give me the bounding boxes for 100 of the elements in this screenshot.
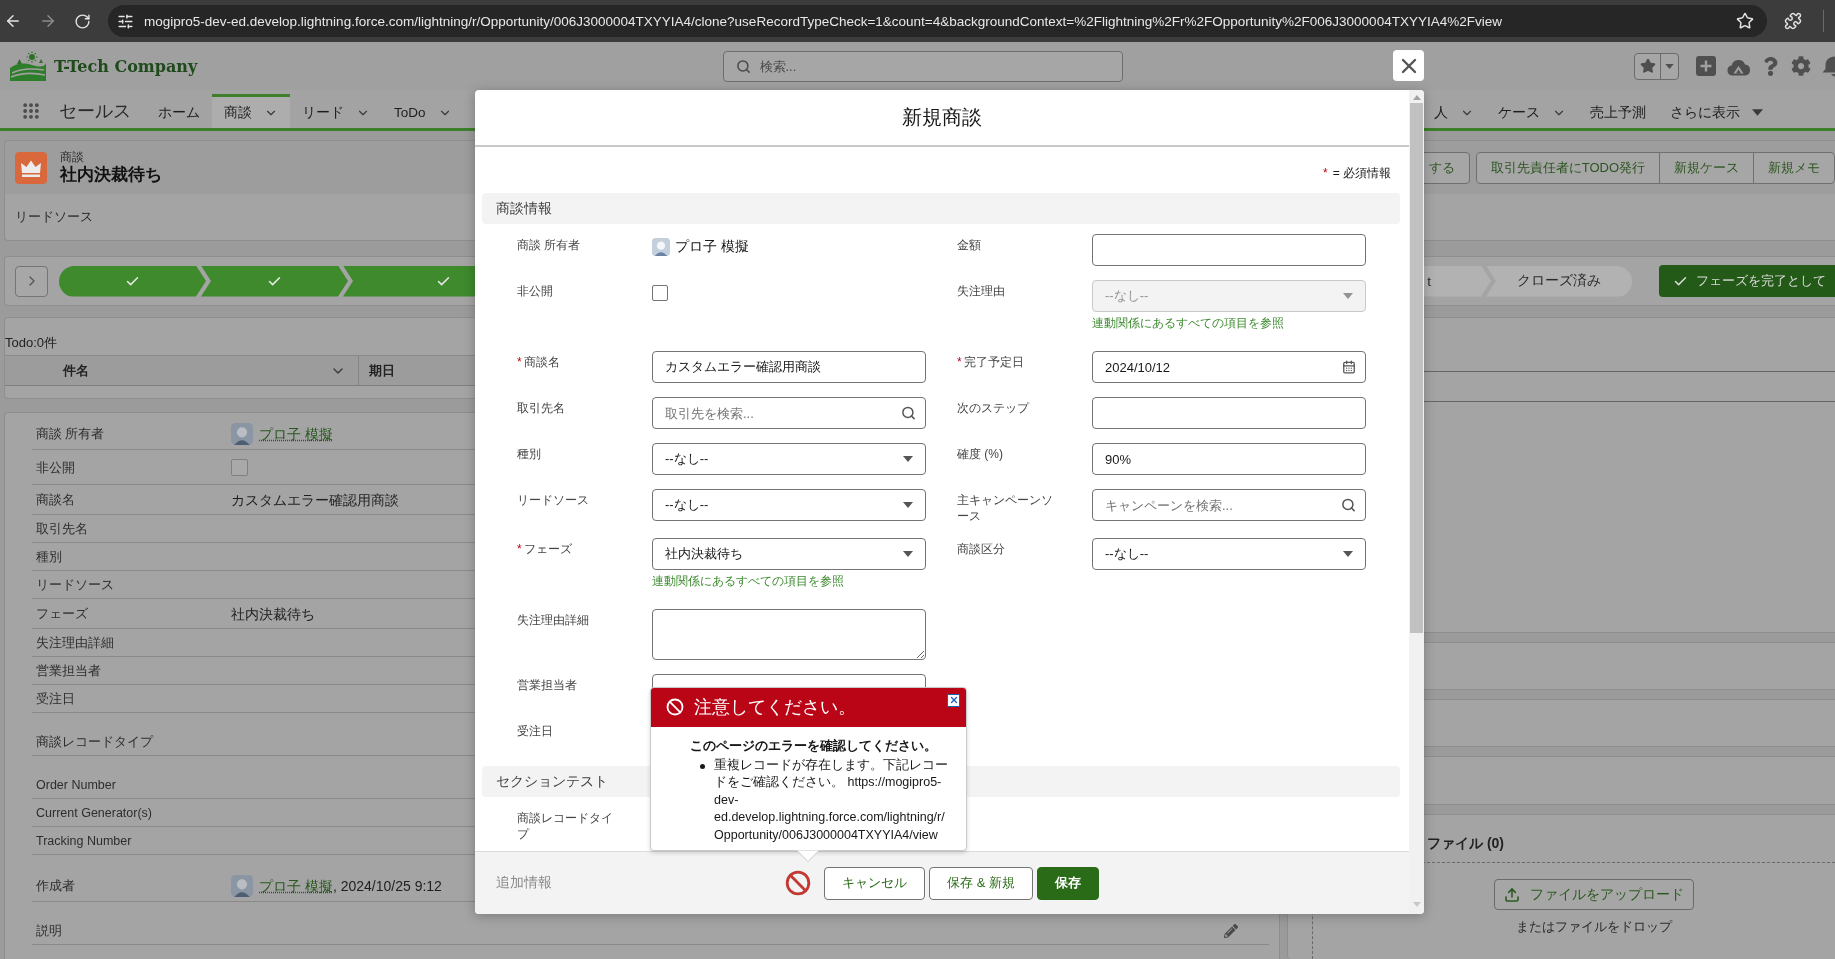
ban-icon [666, 698, 684, 716]
field-label: 失注理由詳細 [517, 612, 590, 628]
checkbox[interactable] [652, 285, 668, 301]
action-button[interactable]: 取引先責任者にTODO発行 [1475, 151, 1660, 184]
favorites-button[interactable] [1634, 52, 1679, 80]
action-button[interactable]: 新規ケース [1659, 151, 1754, 184]
app-name: セールス [59, 100, 131, 123]
section-header: 商談情報 [482, 193, 1400, 224]
field-label: リードソース [15, 208, 93, 226]
dependency-link[interactable]: 連動関係にあるすべての項目を参照 [652, 573, 844, 595]
textarea-field[interactable] [652, 609, 926, 660]
picklist[interactable]: 社内決裁待ち [652, 538, 926, 570]
text-field[interactable] [1092, 397, 1366, 429]
picklist[interactable]: --なし-- [1092, 538, 1366, 570]
close-button[interactable] [1393, 50, 1424, 81]
caret-down-icon[interactable] [1752, 109, 1763, 116]
user-avatar-icon [231, 875, 253, 897]
field-label: * 完了予定日 [957, 354, 1025, 370]
todo-count: Todo:0件 [5, 335, 58, 351]
drop-hint: またはファイルをドロップ [1516, 919, 1672, 935]
field-label: 失注理由 [957, 283, 1006, 299]
picklist[interactable]: --なし-- [652, 443, 926, 475]
record-title: 社内決裁待ち [60, 164, 162, 185]
brand-name: T-Tech Company [54, 56, 198, 76]
text-field[interactable] [1092, 234, 1366, 266]
close-button[interactable] [947, 693, 960, 707]
bullet-icon [700, 763, 705, 769]
star-icon[interactable] [1736, 12, 1754, 30]
search-icon [735, 58, 751, 74]
gear-icon[interactable] [1791, 56, 1811, 76]
ban-icon[interactable] [785, 870, 812, 896]
action-button[interactable]: 新規メモ [1753, 151, 1835, 184]
search-icon [1341, 497, 1356, 513]
caret-down-icon [903, 551, 913, 557]
field-label: 作成者 [36, 878, 75, 895]
field-label: 商談 所有者 [517, 237, 582, 253]
text-field[interactable]: カスタムエラー確認用商談 [652, 351, 926, 383]
field-label: 種別 [36, 549, 62, 566]
upload-button[interactable]: ファイルをアップロード [1494, 879, 1694, 910]
plus-icon[interactable] [1696, 56, 1716, 76]
primary-button[interactable]: 保存 [1036, 866, 1099, 900]
complete-stage-button[interactable]: フェーズを完了として [1659, 265, 1835, 297]
close-icon [948, 695, 959, 705]
modal-title: 新規商談 [902, 105, 982, 130]
nav-tab[interactable]: ホーム [146, 94, 212, 128]
field-label: 主キャンペーンソース [957, 492, 1054, 524]
arrow-right-icon[interactable] [39, 12, 57, 30]
crown-icon [15, 151, 47, 184]
puzzle-icon[interactable] [1784, 12, 1802, 30]
user-link[interactable]: プロ子 模擬 [259, 876, 333, 896]
reload-icon[interactable] [74, 12, 91, 30]
nav-tab[interactable]: 商談 [212, 94, 290, 128]
upload-icon [1504, 886, 1520, 903]
error-title: 注意してください。 [694, 696, 856, 719]
field-value: カスタムエラー確認用商談 [231, 491, 399, 510]
field-label: * フェーズ [517, 541, 573, 557]
caret-down-icon [903, 502, 913, 508]
field-label: 金額 [957, 237, 982, 253]
required-legend: = 必須情報 [1332, 165, 1391, 181]
user-avatar-icon [231, 423, 253, 445]
section-title: 追加情報 [495, 874, 552, 892]
lookup-field[interactable]: キャンペーンを検索... [1092, 489, 1366, 521]
field-label: * 商談名 [517, 354, 561, 370]
dot-grid-icon[interactable] [21, 101, 41, 121]
address-bar[interactable]: mogipro5-dev-ed.develop.lightning.force.com/lightning/r/Opportunity/006J3000004TXYYIA4/clone?useRecordTypeCheck=1&count=4&backgroundContext=%2Flightning%2Fr%2FOpportunity%2F006J3000004TXYYIA4%2Fview [108, 5, 1767, 37]
error-heading: このページのエラーを確認してください。 [690, 736, 938, 755]
field-label: 受注日 [36, 691, 75, 708]
caret-down-icon [1343, 551, 1353, 557]
search-field[interactable]: 検索... [722, 50, 1123, 82]
text-field[interactable]: 90% [1092, 443, 1366, 475]
pencil-icon[interactable] [1224, 924, 1238, 938]
field-label: 営業担当者 [36, 663, 101, 680]
search-icon [901, 405, 916, 421]
nav-tab[interactable]: ケース [1486, 94, 1578, 128]
nav-tab[interactable]: 人 [1422, 94, 1486, 128]
bell-icon[interactable] [1822, 55, 1835, 77]
field-label: 取引先名 [36, 521, 88, 538]
sliders-icon[interactable] [117, 12, 134, 30]
secondary-button[interactable]: キャンセル [824, 866, 926, 900]
field-label: 説明 [36, 923, 62, 940]
nav-tab[interactable]: リード [290, 94, 382, 128]
checkbox[interactable] [231, 459, 248, 476]
column-header[interactable]: 件名 [5, 356, 358, 385]
user-link[interactable]: プロ子 模擬 [259, 424, 333, 444]
picklist[interactable]: --なし-- [652, 489, 926, 521]
date-field[interactable]: 2024/10/12 [1092, 351, 1366, 383]
secondary-button[interactable]: 保存 & 新規 [929, 866, 1033, 900]
path-toggle-button[interactable] [15, 265, 48, 297]
field-label: 商談レコードタイプ [36, 734, 153, 751]
question-mark-icon[interactable] [1761, 56, 1780, 76]
scrollbar-thumb[interactable] [1410, 103, 1423, 633]
field-label: 商談名 [36, 492, 75, 509]
path-stage[interactable]: クローズ済み [1486, 265, 1632, 297]
nav-tab[interactable]: ToDo [382, 94, 464, 128]
nav-tab[interactable]: 売上予測 [1578, 94, 1658, 128]
lookup-field[interactable]: 取引先を検索... [652, 397, 926, 429]
owner-name: プロ子 模擬 [675, 238, 749, 256]
nav-tab[interactable]: さらに表示 [1658, 94, 1775, 128]
files-title: ファイル (0) [1427, 835, 1504, 851]
field-label: 種別 [517, 446, 542, 462]
